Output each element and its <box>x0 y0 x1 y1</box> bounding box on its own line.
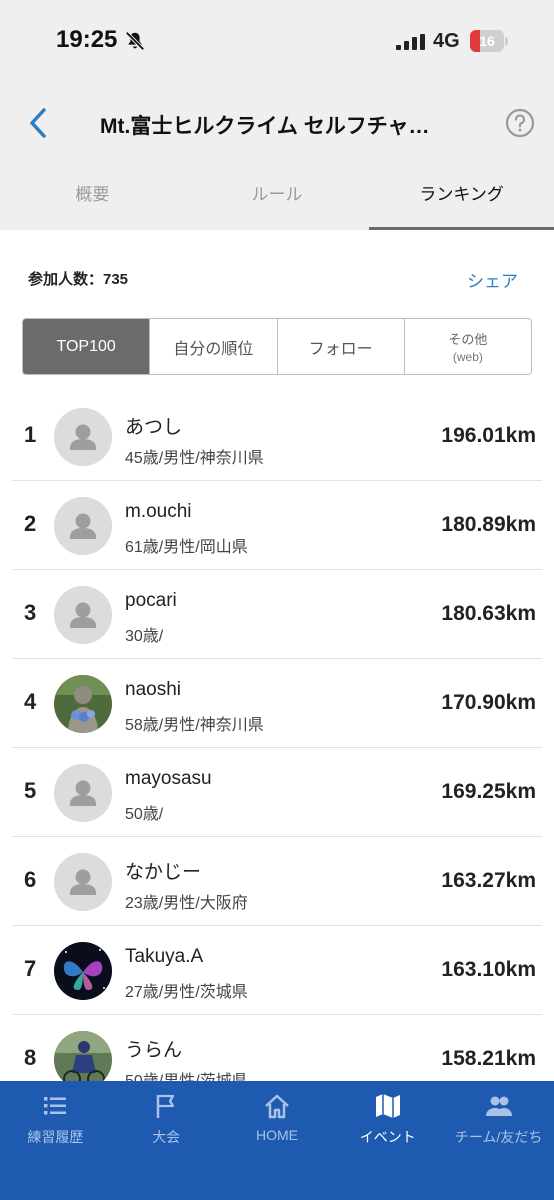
user-photo-avatar <box>54 942 112 1000</box>
nav-label: イベント <box>359 1129 416 1145</box>
user-meta: 58歳/男性/神奈川県 <box>125 717 264 734</box>
default-avatar-icon <box>54 764 112 822</box>
rank-number: 5 <box>24 778 37 803</box>
filter-other-label: その他 <box>448 332 488 347</box>
user-meta: 30歳/ <box>125 628 164 645</box>
nav-label: 練習履歴 <box>27 1129 84 1145</box>
default-avatar-icon <box>54 408 112 466</box>
network-label: 4G <box>433 30 460 52</box>
tab-bar: 概要 ルール ランキング <box>0 162 554 230</box>
user-photo-avatar <box>54 675 112 733</box>
filter-top100-label: TOP100 <box>56 337 116 355</box>
user-name: なかじー <box>125 862 202 883</box>
ranking-filter: TOP100 自分の順位 フォロー その他 (web) <box>22 318 532 375</box>
nav-events[interactable]: イベント <box>332 1081 443 1200</box>
rank-number: 4 <box>24 689 37 714</box>
user-name: Takuya.A <box>125 946 204 967</box>
filter-other-sublabel: (web) <box>452 350 483 364</box>
user-name: pocari <box>125 590 177 611</box>
signal-icon <box>396 34 425 50</box>
user-meta: 61歳/男性/岡山県 <box>125 539 248 556</box>
user-meta: 23歳/男性/大阪府 <box>125 895 248 912</box>
tab-ranking[interactable]: ランキング <box>369 162 554 230</box>
ranking-list: 1 あつし 45歳/男性/神奈川県 196.01km 2 m.ouchi 61歳… <box>0 392 554 1104</box>
back-chevron-icon[interactable] <box>26 106 52 140</box>
user-name: naoshi <box>125 679 181 700</box>
ranking-row[interactable]: 2 m.ouchi 61歳/男性/岡山県 180.89km <box>12 481 542 570</box>
nav-team-friends[interactable]: チーム/友だち <box>443 1081 554 1200</box>
rank-number: 6 <box>24 867 37 892</box>
list-icon <box>44 1097 67 1115</box>
ranking-row[interactable]: 7 Takuya.A 27歳/男性/茨城県 163.10km <box>12 926 542 1015</box>
battery-level: 16 <box>479 33 495 49</box>
user-meta: 45歳/男性/神奈川県 <box>125 450 264 467</box>
ranking-row[interactable]: 3 pocari 30歳/ 180.63km <box>12 570 542 659</box>
rank-number: 2 <box>24 511 37 536</box>
distance-value: 180.89km <box>441 513 536 536</box>
tab-overview[interactable]: 概要 <box>0 162 185 230</box>
status-time: 19:25 <box>56 26 118 53</box>
filter-follow[interactable]: フォロー <box>278 319 405 374</box>
home-icon <box>265 1094 289 1119</box>
battery-icon: 16 <box>470 30 508 52</box>
rank-number: 7 <box>24 956 37 981</box>
ranking-row[interactable]: 1 あつし 45歳/男性/神奈川県 196.01km <box>12 392 542 481</box>
page-title: Mt.富士ヒルクライム セルフチャ… <box>100 115 430 138</box>
distance-value: 163.10km <box>441 958 536 981</box>
map-icon <box>375 1094 400 1118</box>
user-name: mayosasu <box>125 768 212 789</box>
filter-follow-label: フォロー <box>308 340 373 358</box>
people-icon <box>485 1096 512 1116</box>
default-avatar-icon <box>54 497 112 555</box>
user-meta: 50歳/ <box>125 806 164 823</box>
nav-practice-history[interactable]: 練習履歴 <box>0 1081 111 1200</box>
default-avatar-icon <box>54 586 112 644</box>
rank-number: 3 <box>24 600 37 625</box>
nav-home[interactable]: HOME <box>222 1081 333 1200</box>
filter-my-rank[interactable]: 自分の順位 <box>150 319 278 374</box>
default-avatar-icon <box>54 853 112 911</box>
help-icon[interactable] <box>505 108 535 138</box>
rank-number: 1 <box>24 422 37 447</box>
nav-races[interactable]: 大会 <box>111 1081 222 1200</box>
tab-rules[interactable]: ルール <box>185 162 370 230</box>
status-bar: 19:25 4G 16 <box>0 0 554 84</box>
ranking-row[interactable]: 4 naoshi 58歳/男性/神奈川県 170.90km <box>12 659 542 748</box>
filter-other[interactable]: その他 (web) <box>405 319 531 374</box>
distance-value: 169.25km <box>441 780 536 803</box>
participant-count: 参加人数：735 <box>28 271 129 288</box>
ranking-row[interactable]: 5 mayosasu 50歳/ 169.25km <box>12 748 542 837</box>
nav-label: HOME <box>255 1127 298 1143</box>
nav-label: 大会 <box>152 1129 181 1145</box>
share-link[interactable]: シェア <box>467 267 518 292</box>
user-meta: 27歳/男性/茨城県 <box>125 984 248 1001</box>
bell-muted-icon <box>125 31 145 51</box>
distance-value: 163.27km <box>441 869 536 892</box>
filter-my-rank-label: 自分の順位 <box>173 340 254 358</box>
distance-value: 158.21km <box>441 1047 536 1070</box>
filter-top100[interactable]: TOP100 <box>23 319 151 374</box>
distance-value: 180.63km <box>441 602 536 625</box>
bottom-navigation: 練習履歴 大会 HOME イベント チーム/友だち <box>0 1081 554 1200</box>
flag-icon <box>156 1094 175 1118</box>
user-name: あつし <box>125 417 183 438</box>
distance-value: 196.01km <box>441 424 536 447</box>
distance-value: 170.90km <box>441 691 536 714</box>
rank-number: 8 <box>24 1045 37 1070</box>
user-name: うらん <box>125 1040 183 1061</box>
nav-label: チーム/友だち <box>454 1129 543 1145</box>
user-name: m.ouchi <box>125 501 192 522</box>
ranking-row[interactable]: 6 なかじー 23歳/男性/大阪府 163.27km <box>12 837 542 926</box>
navigation-bar: Mt.富士ヒルクライム セルフチャ… <box>0 84 554 162</box>
